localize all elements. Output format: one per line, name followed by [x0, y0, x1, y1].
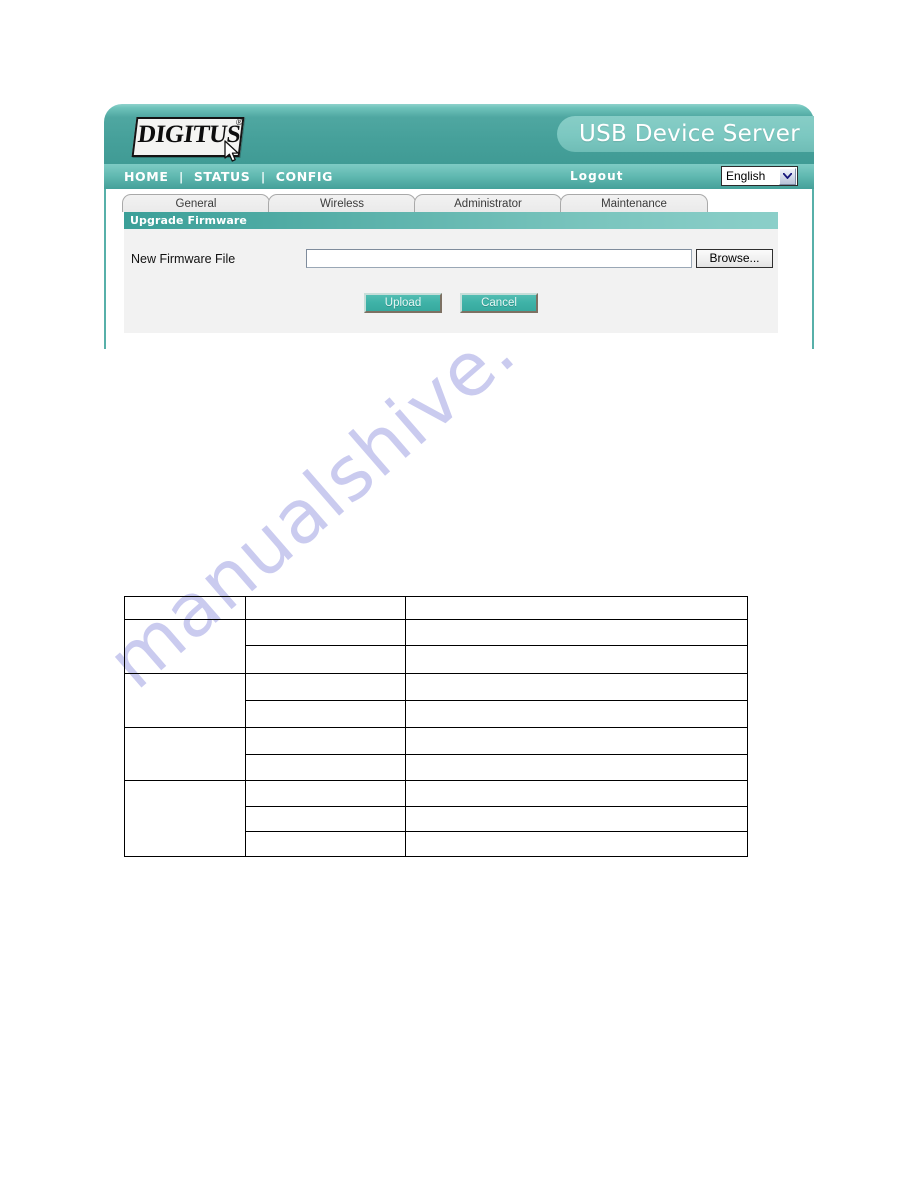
table-cell-sub — [244, 645, 407, 674]
tab-administrator[interactable]: Administrator — [414, 194, 562, 212]
table-row — [124, 780, 748, 857]
table-cell-sub — [244, 596, 407, 620]
table-cell-detail — [405, 806, 748, 832]
table-row — [124, 619, 748, 674]
table-cell-sub — [244, 727, 407, 755]
tab-label: Wireless — [319, 197, 365, 210]
table-cell-detail — [405, 596, 748, 620]
table-cell-group — [124, 780, 246, 857]
table-cell-sub — [244, 673, 407, 701]
tab-label: Maintenance — [601, 197, 667, 210]
table-row — [124, 673, 748, 728]
table-cell-sub — [244, 831, 407, 857]
table-cell-sub — [244, 780, 407, 807]
product-title-pill: USB Device Server — [556, 116, 814, 152]
table-cell-group — [124, 673, 246, 728]
tab-label: General — [175, 197, 217, 210]
nav-item-status[interactable]: STATUS — [192, 169, 253, 184]
page-body: General Wireless Administrator Maintenan… — [104, 189, 814, 349]
table-cell-detail — [405, 780, 748, 807]
chevron-down-icon[interactable] — [779, 167, 796, 185]
upgrade-firmware-form: New Firmware File Browse... Upload Cance… — [124, 229, 778, 333]
table-cell-sub — [244, 700, 407, 728]
language-select[interactable]: English — [721, 166, 798, 186]
table-cell-group — [124, 727, 246, 781]
nav-item-config[interactable]: CONFIG — [274, 169, 335, 184]
mouse-cursor-icon — [224, 140, 239, 162]
table-cell-detail — [405, 831, 748, 857]
table-row — [124, 727, 748, 781]
nav-item-home[interactable]: HOME — [122, 169, 170, 184]
section-title-bar: Upgrade Firmware — [124, 212, 778, 229]
app-header: DIGITUS ® USB Device Server — [104, 104, 814, 164]
table-cell-sub — [244, 754, 407, 781]
logout-link[interactable]: Logout — [570, 169, 624, 183]
table-cell-group — [124, 596, 246, 620]
form-actions: Upload Cancel — [124, 293, 778, 313]
firmware-file-input[interactable] — [306, 249, 692, 268]
specification-table-body — [124, 596, 748, 857]
specification-table — [124, 596, 748, 857]
nav-separator: | — [261, 169, 265, 184]
table-cell-sub — [244, 806, 407, 832]
firmware-file-row: New Firmware File Browse... — [124, 249, 778, 273]
table-cell-sub — [244, 619, 407, 646]
table-row — [124, 596, 748, 620]
tab-wireless[interactable]: Wireless — [268, 194, 416, 212]
table-cell-detail — [405, 619, 748, 646]
tab-maintenance[interactable]: Maintenance — [560, 194, 708, 212]
firmware-file-label: New Firmware File — [131, 252, 236, 266]
table-cell-group — [124, 619, 246, 674]
table-cell-detail — [405, 700, 748, 728]
tab-label: Administrator — [454, 197, 522, 210]
product-title: USB Device Server — [578, 121, 800, 147]
tab-general[interactable]: General — [122, 194, 270, 212]
language-select-value: English — [726, 169, 766, 183]
table-cell-detail — [405, 727, 748, 755]
device-web-ui-panel: DIGITUS ® USB Device Server HOME | STATU… — [104, 104, 814, 349]
browse-button[interactable]: Browse... — [696, 249, 773, 268]
registered-trademark-icon: ® — [235, 117, 244, 127]
section-title: Upgrade Firmware — [130, 214, 247, 227]
nav-separator: | — [179, 169, 183, 184]
table-cell-detail — [405, 754, 748, 781]
settings-tabs: General Wireless Administrator Maintenan… — [122, 194, 708, 212]
main-navbar: HOME | STATUS | CONFIG Logout English — [104, 164, 814, 189]
table-cell-detail — [405, 645, 748, 674]
upload-button[interactable]: Upload — [364, 293, 442, 313]
nav-links: HOME | STATUS | CONFIG — [122, 169, 335, 184]
cancel-button[interactable]: Cancel — [460, 293, 538, 313]
table-cell-detail — [405, 673, 748, 701]
